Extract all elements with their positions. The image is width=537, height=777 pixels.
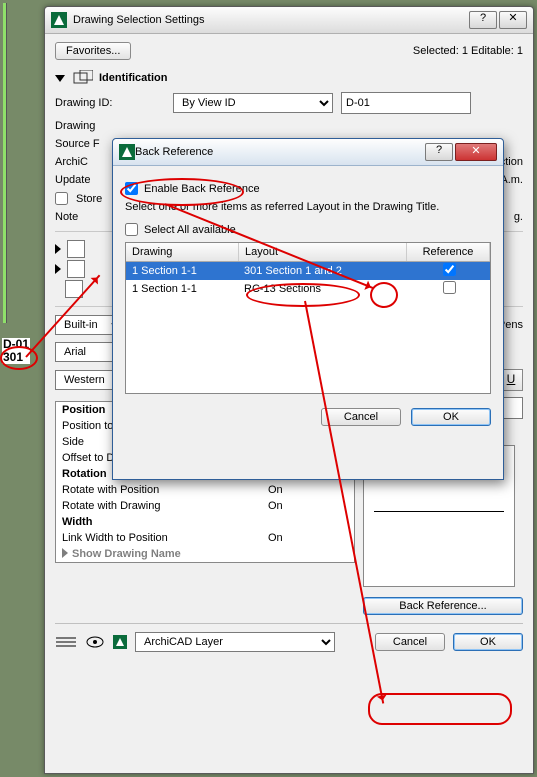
store-label: Store xyxy=(76,193,102,205)
layer-eye-icon[interactable] xyxy=(85,635,105,649)
app-icon xyxy=(119,144,135,160)
frame-icon-1[interactable] xyxy=(67,240,85,258)
close-button[interactable]: ✕ xyxy=(499,11,527,29)
drawing-id-label: Drawing ID: xyxy=(55,97,165,109)
dialog-titlebar[interactable]: Back Reference ? ✕ xyxy=(113,139,503,166)
list-row[interactable]: 1 Section 1-1RC-13 Sections xyxy=(126,280,490,298)
window-title: Drawing Selection Settings xyxy=(73,14,204,26)
enable-back-reference-checkbox[interactable] xyxy=(125,182,138,195)
select-all-checkbox[interactable] xyxy=(125,223,138,236)
selection-info: Selected: 1 Editable: 1 xyxy=(413,45,523,57)
reference-checkbox[interactable] xyxy=(443,281,456,294)
store-checkbox[interactable] xyxy=(55,192,68,205)
back-reference-dialog: Back Reference ? ✕ Enable Back Reference… xyxy=(112,138,504,480)
cancel-button[interactable]: Cancel xyxy=(375,633,445,651)
list-row[interactable]: 1 Section 1-1301 Section 1 and 2 xyxy=(126,262,490,280)
identification-icon xyxy=(73,70,93,86)
help-button[interactable]: ? xyxy=(469,11,497,29)
dialog-cancel-button[interactable]: Cancel xyxy=(321,408,401,426)
layer-app-icon xyxy=(113,635,127,649)
favorites-button[interactable]: Favorites... xyxy=(55,42,131,60)
drawing-label: Drawing xyxy=(55,120,165,132)
disclosure-triangle-icon xyxy=(55,75,65,82)
layer-lines-icon[interactable] xyxy=(55,635,77,649)
enable-back-reference-label: Enable Back Reference xyxy=(144,183,260,195)
dialog-ok-button[interactable]: OK xyxy=(411,408,491,426)
viewport-page-id: D-01301 xyxy=(2,338,30,364)
drawing-id-mode-select[interactable]: By View ID xyxy=(173,93,333,113)
dialog-title: Back Reference xyxy=(135,146,213,158)
drawing-id-field[interactable] xyxy=(341,92,471,114)
layer-select[interactable]: ArchiCAD Layer xyxy=(135,632,335,652)
disclosure-right-icon[interactable] xyxy=(55,244,61,254)
truncated-g: g. xyxy=(514,211,523,223)
reference-checkbox[interactable] xyxy=(443,263,456,276)
identification-header[interactable]: Identification xyxy=(55,70,523,86)
frame-icon-2[interactable] xyxy=(67,260,85,278)
app-icon xyxy=(51,12,67,28)
list-header[interactable]: Drawing Layout Reference xyxy=(126,243,490,262)
ok-button[interactable]: OK xyxy=(453,633,523,651)
back-reference-button[interactable]: Back Reference... xyxy=(363,597,523,615)
dialog-close-button[interactable]: ✕ xyxy=(455,143,497,161)
disclosure-right-icon[interactable] xyxy=(55,264,61,274)
dialog-help-button[interactable]: ? xyxy=(425,143,453,161)
titlebar[interactable]: Drawing Selection Settings ? ✕ xyxy=(45,7,533,34)
